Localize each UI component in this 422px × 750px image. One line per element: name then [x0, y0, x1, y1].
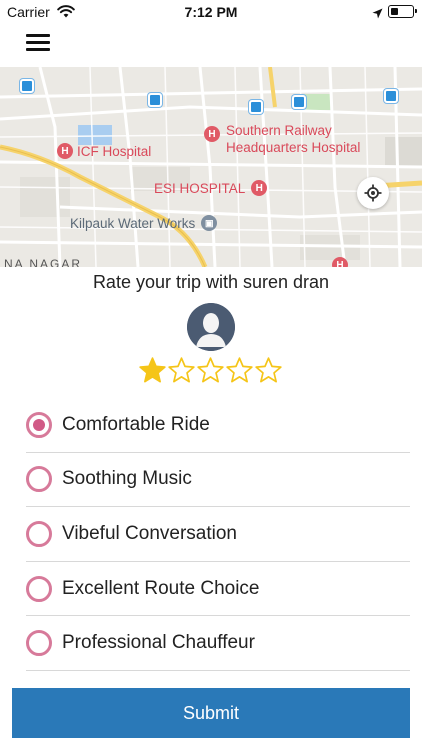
crosshair-icon: [364, 184, 382, 202]
rating-title: Rate your trip with suren dran: [92, 272, 330, 292]
option-item[interactable]: Comfortable Ride: [26, 398, 410, 453]
metro-station-icon: [384, 89, 398, 103]
battery-icon: [388, 5, 417, 18]
map-roads: [0, 67, 422, 267]
map-label-kilpauk-water-works[interactable]: Kilpauk Water Works ▣: [70, 215, 218, 231]
app-header: [0, 24, 422, 67]
option-label: Vibeful Conversation: [62, 522, 237, 544]
star-empty-icon[interactable]: [167, 356, 196, 385]
option-item[interactable]: Professional Chauffeur: [26, 616, 410, 671]
star-empty-icon[interactable]: [196, 356, 225, 385]
map-label-icf-hospital[interactable]: H ICF Hospital: [57, 143, 151, 159]
option-item[interactable]: Vibeful Conversation: [26, 507, 410, 562]
option-label: Professional Chauffeur: [62, 632, 255, 654]
hamburger-menu-icon[interactable]: [26, 32, 50, 54]
clock-time: 7:12 PM: [184, 4, 238, 20]
option-label: Comfortable Ride: [62, 413, 210, 435]
option-item[interactable]: Soothing Music: [26, 453, 410, 508]
metro-station-icon: [292, 95, 306, 109]
metro-station-icon: [249, 100, 263, 114]
status-bar: Carrier 7:12 PM: [0, 0, 422, 24]
submit-button[interactable]: Submit: [12, 688, 410, 738]
hospital-icon: H: [332, 257, 348, 267]
radio-unchecked[interactable]: [26, 575, 52, 602]
driver-avatar: [187, 303, 235, 351]
radio-unchecked[interactable]: [26, 520, 52, 547]
star-empty-icon[interactable]: [254, 356, 283, 385]
metro-station-icon: [20, 79, 34, 93]
metro-station-icon: [148, 93, 162, 107]
museum-icon: ▣: [201, 215, 218, 231]
star-filled-icon[interactable]: [138, 356, 167, 385]
option-label: Soothing Music: [62, 468, 192, 490]
radio-unchecked[interactable]: [26, 630, 52, 657]
recenter-location-button[interactable]: [357, 177, 389, 209]
option-item[interactable]: Excellent Route Choice: [26, 562, 410, 617]
map-label-esi-hospital[interactable]: ESI HOSPITAL H: [154, 180, 268, 196]
map-label-nagar: NA NAGAR: [4, 257, 83, 267]
location-arrow-icon: [372, 6, 383, 24]
star-empty-icon[interactable]: [225, 356, 254, 385]
hospital-icon: H: [57, 143, 73, 159]
option-label: Excellent Route Choice: [62, 577, 260, 599]
map-hospital-marker[interactable]: H: [332, 257, 352, 267]
radio-unchecked[interactable]: [26, 466, 52, 493]
map-label-southern-railway-hospital[interactable]: H Southern Railway Headquarters Hospital: [204, 122, 360, 156]
hospital-icon: H: [204, 126, 220, 142]
map-view[interactable]: H Southern Railway Headquarters Hospital…: [0, 67, 422, 267]
feedback-options: Comfortable Ride Soothing Music Vibeful Co…: [26, 398, 410, 671]
star-rating[interactable]: [138, 356, 283, 385]
radio-checked[interactable]: [26, 411, 52, 438]
user-icon: [187, 303, 235, 351]
hospital-icon: H: [251, 180, 268, 196]
